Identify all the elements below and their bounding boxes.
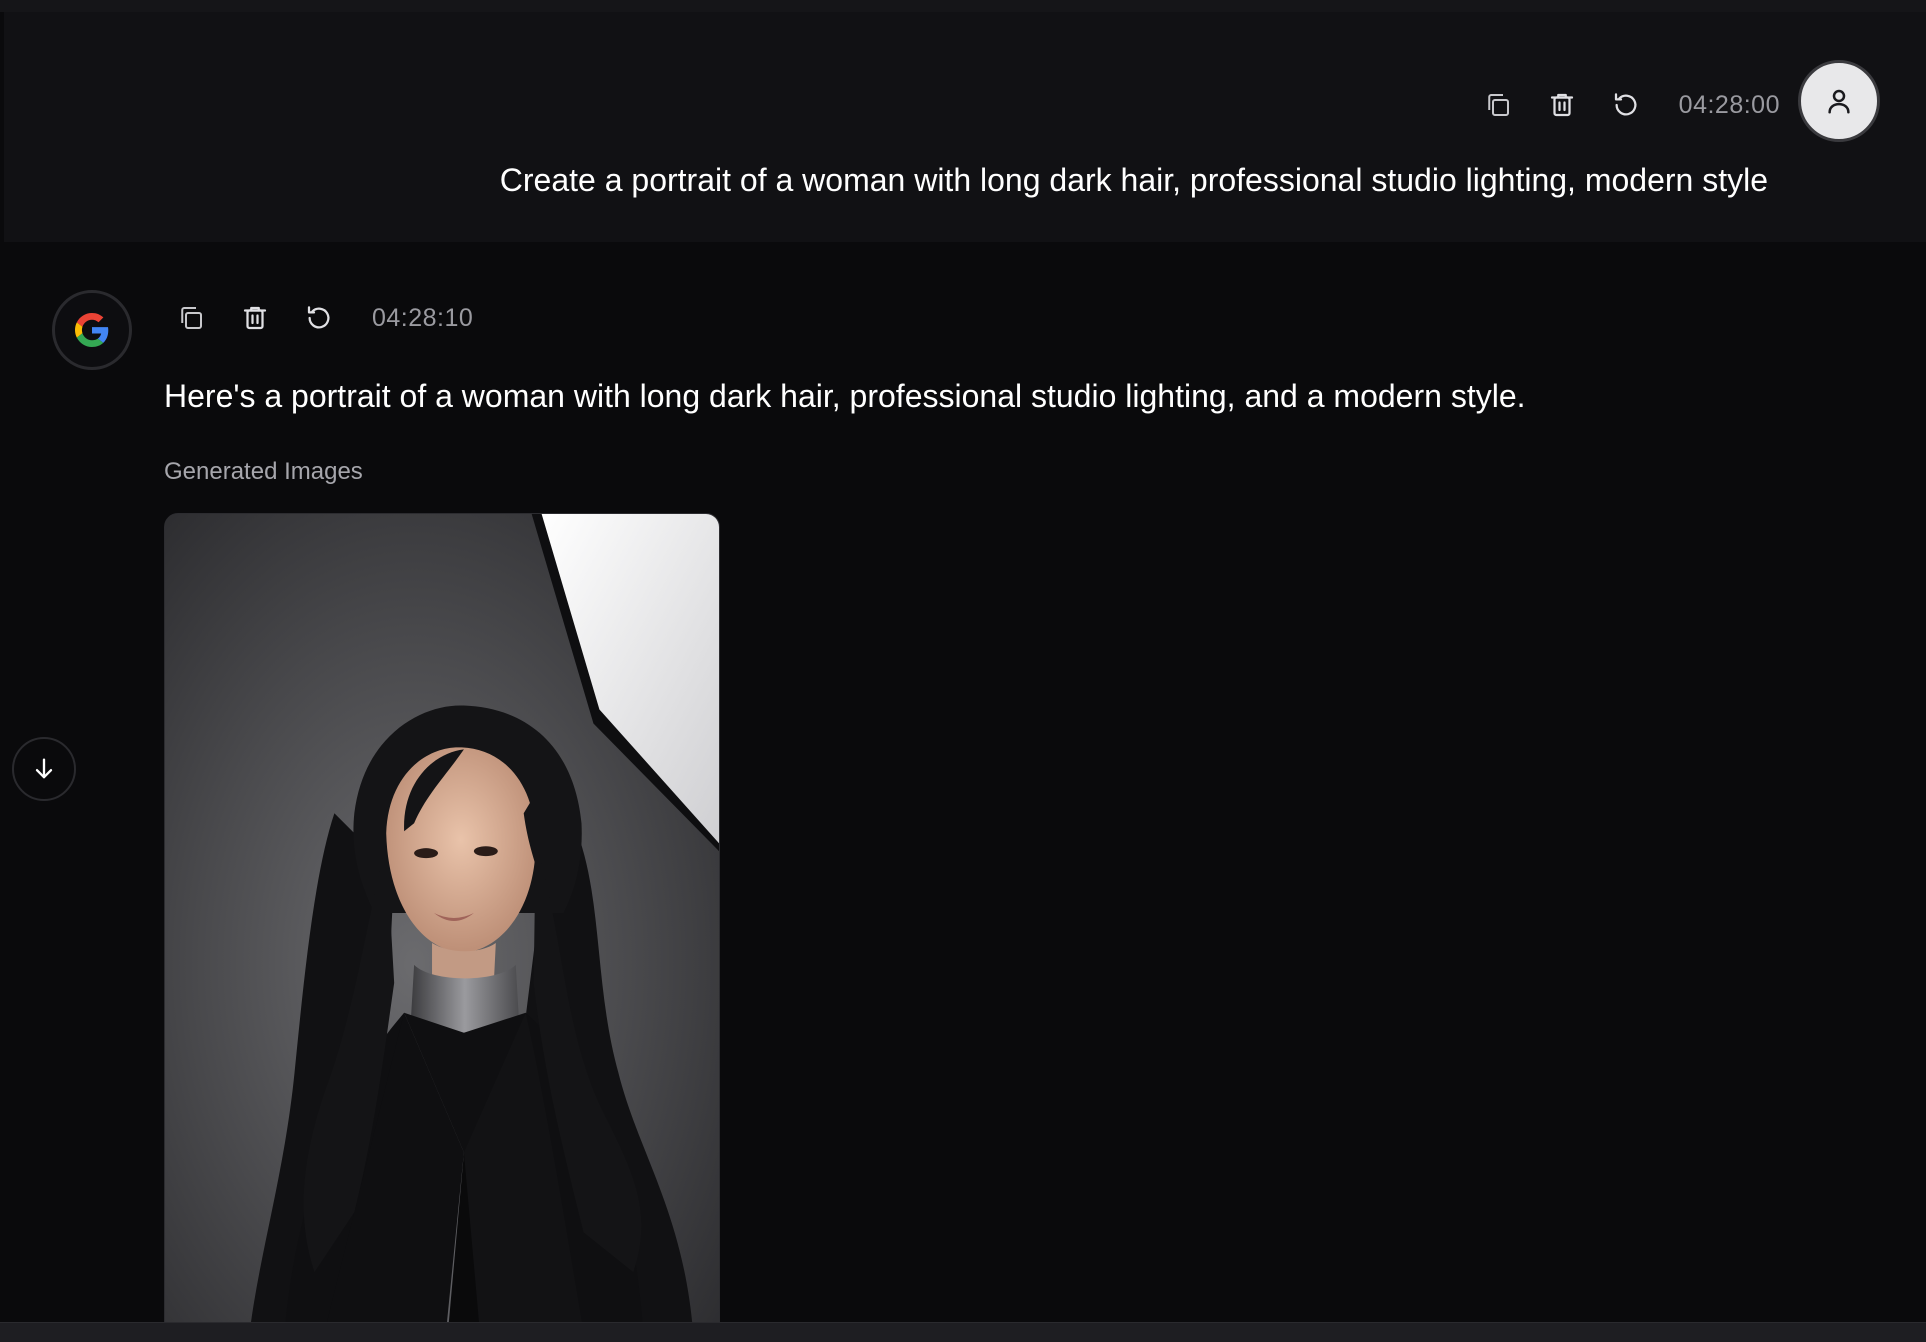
trash-icon <box>243 306 267 330</box>
user-icon <box>1828 89 1850 114</box>
refresh-icon <box>307 306 330 329</box>
generated-image[interactable] <box>164 513 720 1333</box>
user-copy-button[interactable] <box>1481 88 1515 122</box>
portrait-image <box>165 514 719 1332</box>
assistant-copy-button[interactable] <box>174 301 208 335</box>
top-edge <box>0 0 1926 12</box>
refresh-icon <box>1614 93 1637 116</box>
assistant-regenerate-button[interactable] <box>302 301 336 335</box>
user-message-timestamp: 04:28:00 <box>1678 90 1780 119</box>
assistant-message-timestamp: 04:28:10 <box>372 303 474 332</box>
bottom-bar <box>0 1322 1926 1342</box>
assistant-delete-button[interactable] <box>238 301 272 335</box>
scroll-down-button[interactable] <box>12 737 76 801</box>
copy-icon <box>181 307 202 329</box>
user-message-text: Create a portrait of a woman with long d… <box>499 162 1768 198</box>
google-logo-icon <box>75 313 109 347</box>
generated-images-label: Generated Images <box>164 458 363 485</box>
user-message-actions: 04:28:00 <box>1481 88 1780 122</box>
user-avatar[interactable] <box>1798 60 1880 142</box>
user-regenerate-button[interactable] <box>1609 88 1643 122</box>
arrow-down-icon <box>35 758 53 779</box>
copy-icon <box>1487 94 1509 116</box>
assistant-message-actions: 04:28:10 <box>174 301 473 335</box>
chat-window: 04:28:00 Create a portrait of a woman wi… <box>0 0 1926 1342</box>
user-delete-button[interactable] <box>1545 88 1579 122</box>
trash-icon <box>1550 93 1573 117</box>
assistant-avatar <box>52 290 132 370</box>
user-message-block: 04:28:00 Create a portrait of a woman wi… <box>4 12 1926 242</box>
assistant-message-text: Here's a portrait of a woman with long d… <box>164 378 1526 414</box>
